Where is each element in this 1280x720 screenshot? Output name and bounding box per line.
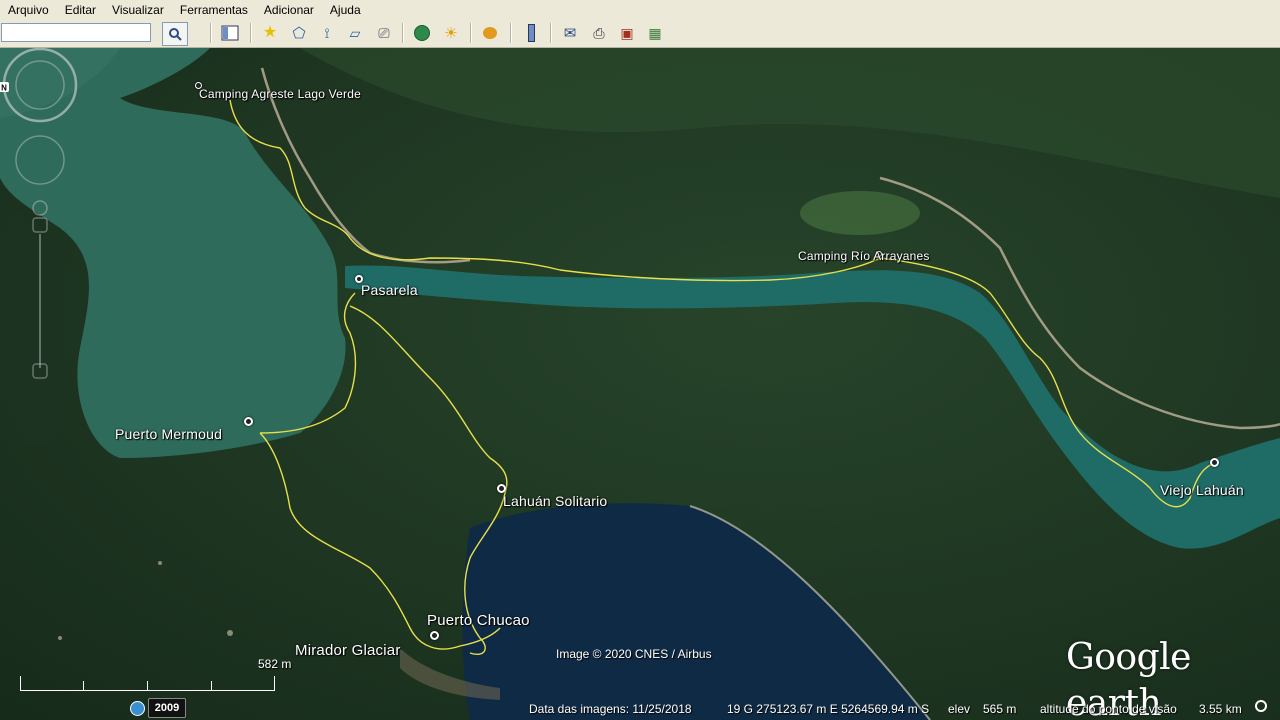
path-button[interactable]: ⟟ [316, 22, 338, 44]
map-view[interactable]: Camping Agreste Lago Verde Camping Río A… [0, 48, 1280, 720]
toolbar-separator [510, 23, 512, 43]
logo-brand: Google [1066, 637, 1191, 678]
placemark-pin[interactable] [430, 631, 439, 640]
menu-ajuda[interactable]: Ajuda [322, 0, 369, 20]
label-lahuan-solitario[interactable]: Lahuán Solitario [503, 493, 607, 509]
sunlight-button[interactable]: ☀ [440, 22, 462, 44]
label-mirador-glaciar[interactable]: Mirador Glaciar [295, 642, 401, 659]
overlay-button[interactable]: ▱ [344, 22, 366, 44]
overlay-icon: ▱ [349, 25, 361, 41]
tour-icon: ⎚ [378, 25, 390, 41]
imagery-copyright: Image © 2020 CNES / Airbus [556, 647, 712, 661]
look-ring[interactable] [2, 48, 78, 123]
sunlight-icon: ☀ [444, 24, 458, 42]
look-joystick[interactable] [15, 60, 65, 110]
menu-bar: Arquivo Editar Visualizar Ferramentas Ad… [0, 0, 1280, 20]
eye-altitude-value: 3.55 km [1199, 702, 1242, 716]
tour-button[interactable]: ⎚ [373, 22, 395, 44]
eye-altitude-label: altitude do ponto de visão [1040, 702, 1177, 716]
scale-label: 582 m [258, 657, 292, 671]
cursor-coordinates: 19 G 275123.67 m E 5264569.94 m S [727, 702, 930, 716]
polygon-button[interactable]: ⬠ [288, 22, 310, 44]
historical-imagery-icon [414, 25, 430, 41]
planet-button[interactable] [479, 22, 501, 44]
menu-visualizar[interactable]: Visualizar [104, 0, 172, 20]
satellite-imagery [0, 48, 1280, 720]
save-image-button[interactable]: ▣ [616, 22, 638, 44]
label-camping-agreste[interactable]: Camping Agreste Lago Verde [199, 87, 361, 101]
ruler-icon [527, 24, 535, 42]
label-puerto-chucao[interactable]: Puerto Chucao [427, 612, 530, 629]
image-date: Data das imagens: 11/25/2018 [529, 702, 692, 716]
placemark-icon: ★ [262, 24, 278, 41]
move-joystick[interactable] [15, 135, 65, 185]
menu-editar[interactable]: Editar [57, 0, 104, 20]
label-puerto-mermoud[interactable]: Puerto Mermoud [115, 426, 222, 442]
scale-tick [20, 676, 21, 690]
email-button[interactable]: ✉ [559, 22, 581, 44]
elevation-label: elev [948, 702, 971, 716]
print-icon: ⎙ [593, 25, 605, 41]
scale-bar [20, 676, 275, 691]
save-image-icon: ▣ [620, 25, 634, 41]
print-button[interactable]: ⎙ [588, 22, 610, 44]
clearing [800, 191, 920, 235]
sidebar-button[interactable] [219, 22, 241, 44]
label-pasarela[interactable]: Pasarela [361, 282, 418, 298]
placemark-pin[interactable] [497, 484, 506, 493]
path-icon: ⟟ [324, 25, 330, 41]
search-input[interactable] [1, 23, 151, 42]
placemark-button[interactable]: ★ [259, 22, 281, 44]
planet-icon [483, 27, 497, 39]
placemark-pin[interactable] [1210, 458, 1219, 467]
menu-ferramentas[interactable]: Ferramentas [172, 0, 256, 20]
placemark-pin[interactable] [244, 417, 253, 426]
search-button[interactable] [162, 22, 188, 46]
toolbar: ★ ⬠ ⟟ ▱ ⎚ ☀ ✉ ⎙ ▣ ▦ [0, 20, 1280, 48]
search-icon [169, 28, 182, 41]
status-bar: Data das imagens: 11/25/2018 19 G 275123… [0, 696, 1280, 720]
toolbar-separator [210, 23, 212, 43]
terrain-spot [158, 561, 162, 565]
north-icon: N [1, 84, 7, 93]
polygon-icon: ⬠ [292, 24, 306, 42]
scale-tick [147, 681, 148, 690]
menu-adicionar[interactable]: Adicionar [256, 0, 322, 20]
scale-tick [211, 681, 212, 690]
toolbar-separator [550, 23, 552, 43]
label-camping-rio[interactable]: Camping Río Arrayanes [798, 249, 930, 263]
email-icon: ✉ [563, 24, 577, 42]
scale-tick [274, 676, 275, 690]
toolbar-separator [402, 23, 404, 43]
terrain-spot [58, 636, 62, 640]
sidebar-icon [221, 25, 239, 41]
label-viejo-lahuan[interactable]: Viejo Lahuán [1160, 482, 1244, 498]
historical-imagery-button[interactable] [411, 22, 433, 44]
toolbar-separator [250, 23, 252, 43]
streaming-status-icon [1255, 700, 1267, 712]
menu-arquivo[interactable]: Arquivo [0, 0, 57, 20]
toolbar-separator [470, 23, 472, 43]
zoom-in-button[interactable] [32, 217, 48, 233]
maps-icon: ▦ [648, 25, 662, 41]
scale-tick [83, 681, 84, 690]
navigation-controls[interactable]: N [0, 48, 80, 388]
ruler-button[interactable] [520, 22, 542, 44]
maps-button[interactable]: ▦ [644, 22, 666, 44]
terrain-spot [227, 630, 233, 636]
street-view-icon[interactable] [32, 200, 48, 216]
elevation-value: 565 m [983, 702, 1017, 716]
